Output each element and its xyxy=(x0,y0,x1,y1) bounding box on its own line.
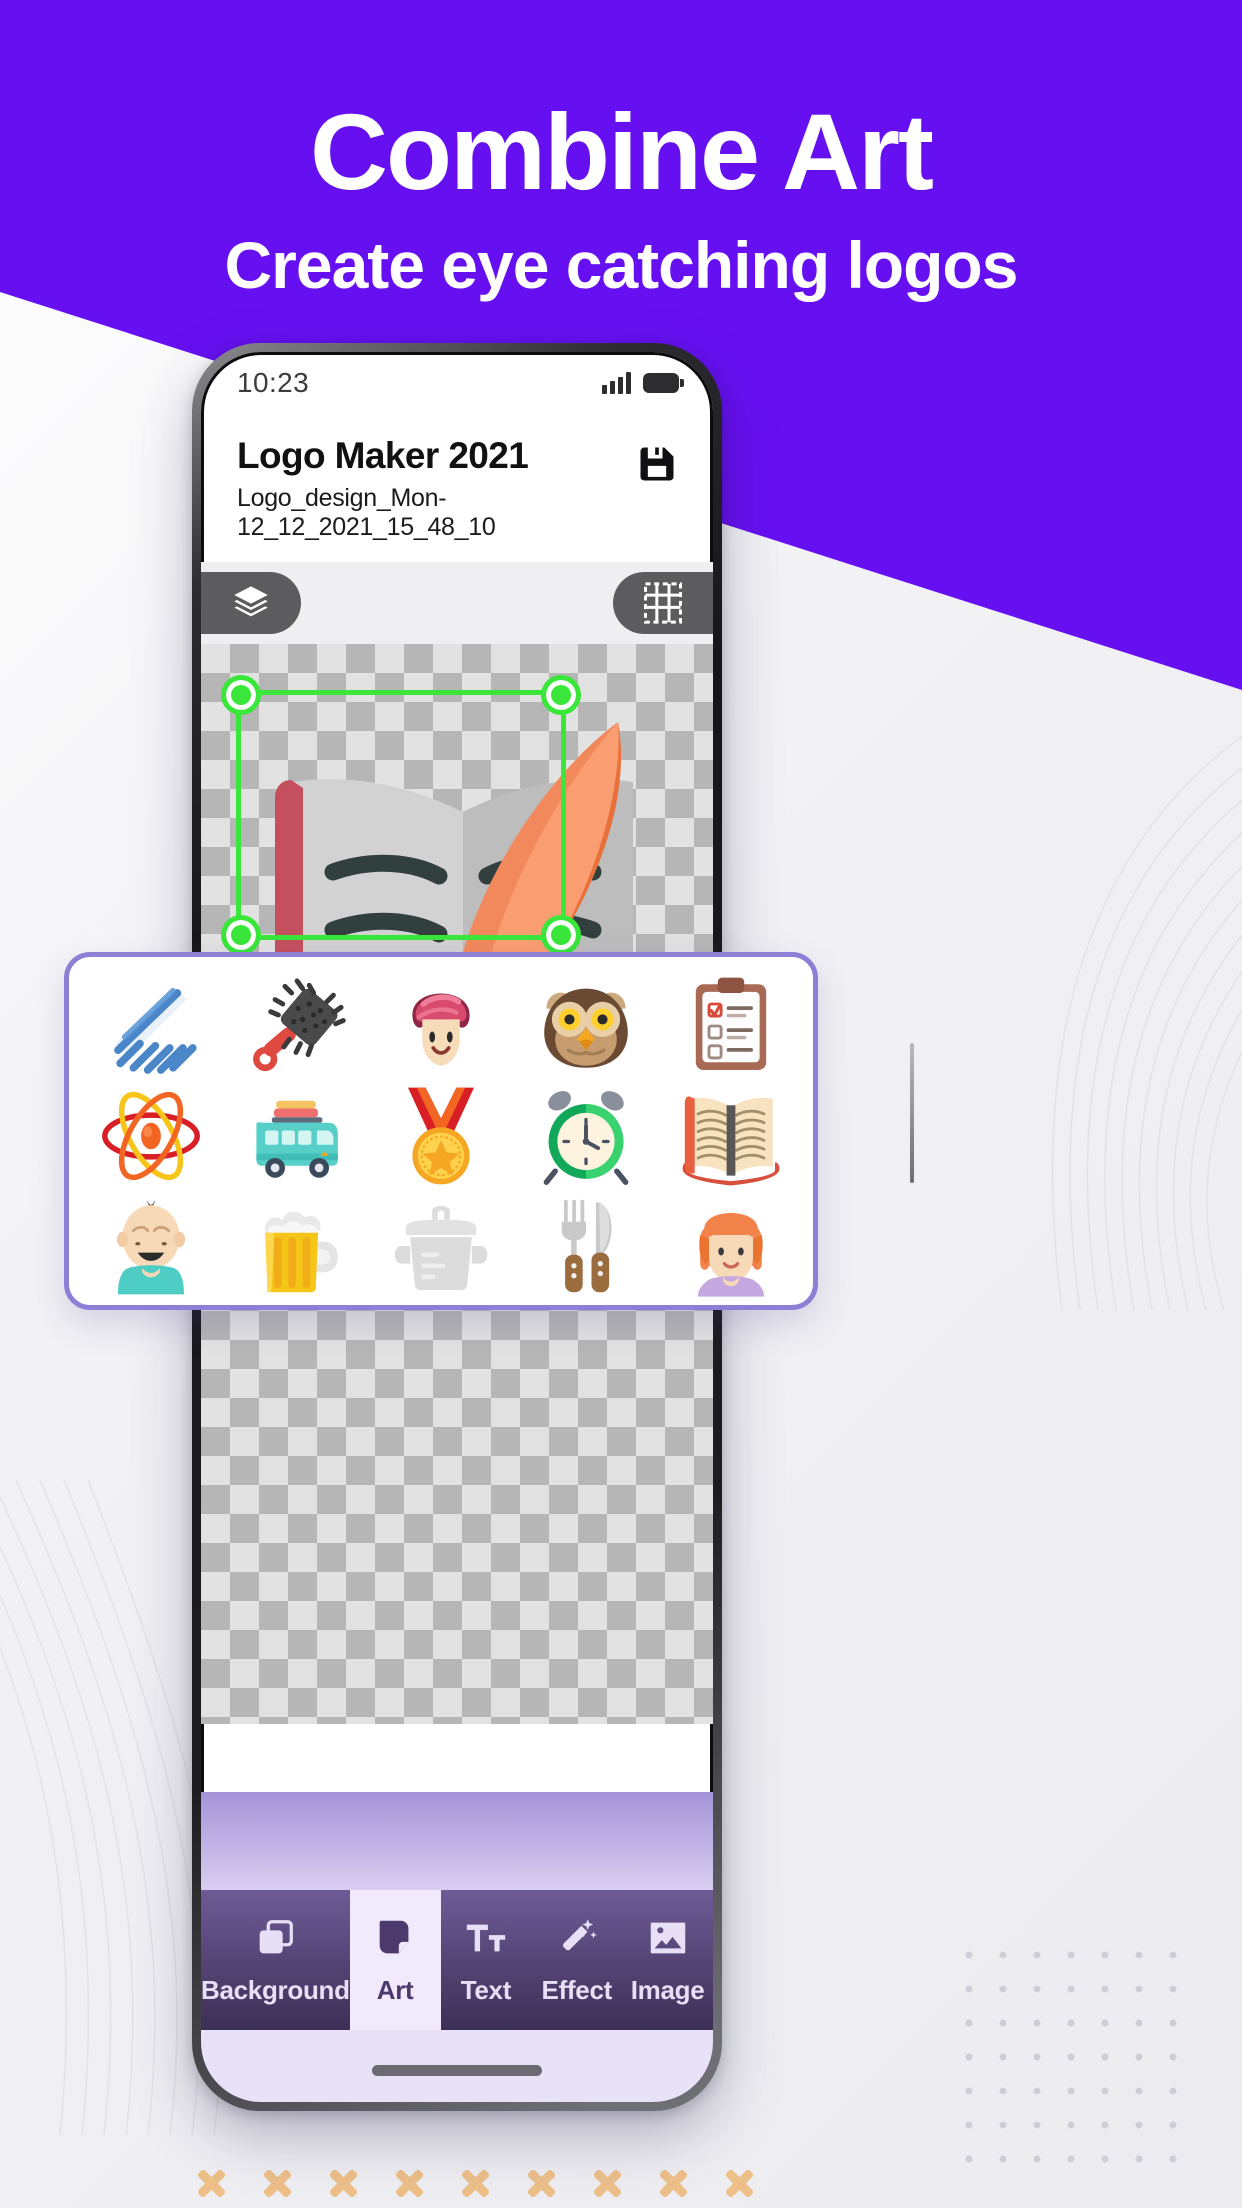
woman-with-towel-icon xyxy=(412,993,470,1066)
art-item-woman-with-towel[interactable] xyxy=(369,971,514,1081)
tab-image-label: Image xyxy=(630,1974,705,2005)
dot-grid-decoration xyxy=(952,1938,1182,2168)
hairbrush-icon xyxy=(253,978,346,1072)
x-mark-icon xyxy=(724,2168,754,2198)
x-mark-icon xyxy=(262,2168,292,2198)
sticker-icon xyxy=(379,1920,409,1953)
swirl-decoration-top-right xyxy=(962,700,1242,1320)
phone-button-power xyxy=(910,1043,914,1183)
x-mark-icon xyxy=(394,2168,424,2198)
bottom-navigation: Background Art Text Effect Image xyxy=(201,1792,713,2102)
art-item-cooking-pot[interactable] xyxy=(369,1191,514,1301)
clipboard-checklist-icon xyxy=(695,977,766,1070)
art-item-minibus[interactable] xyxy=(224,1081,369,1191)
art-item-clipboard[interactable] xyxy=(658,971,803,1081)
grid-button[interactable] xyxy=(613,571,713,634)
art-item-open-book[interactable] xyxy=(658,1081,803,1191)
art-item-comb[interactable] xyxy=(79,971,224,1081)
x-mark-icon xyxy=(526,2168,556,2198)
app-header: Logo Maker 2021 Logo_design_Mon-12_12_20… xyxy=(201,414,713,562)
tab-image[interactable]: Image xyxy=(622,1890,713,2030)
owl-icon xyxy=(543,988,628,1068)
art-item-hairbrush[interactable] xyxy=(224,971,369,1081)
tab-effect[interactable]: Effect xyxy=(531,1890,623,2030)
art-item-medal[interactable] xyxy=(369,1081,514,1191)
comb-icon xyxy=(114,986,198,1074)
x-mark-icon xyxy=(328,2168,358,2198)
selection-handle-bottom-left[interactable] xyxy=(221,914,261,955)
baby-icon xyxy=(117,1199,186,1295)
art-item-girl[interactable] xyxy=(658,1191,803,1301)
text-size-icon xyxy=(466,1924,506,1951)
grid-icon xyxy=(644,582,682,624)
project-filename: Logo_design_Mon-12_12_2021_15_48_10 xyxy=(237,483,496,541)
battery-icon xyxy=(643,373,684,393)
minibus-icon xyxy=(256,1100,338,1178)
atom-icon xyxy=(102,1091,201,1181)
layers-icon xyxy=(234,586,268,617)
hero-subtitle: Create eye catching logos xyxy=(224,228,1019,302)
tab-effect-label: Effect xyxy=(541,1974,613,2005)
selection-handle-top-left[interactable] xyxy=(221,674,261,715)
tab-background[interactable]: Background xyxy=(201,1890,350,2030)
x-mark-icon xyxy=(196,2168,226,2198)
art-item-alarm-clock[interactable] xyxy=(513,1081,658,1191)
app-header-text: Logo Maker 2021 Logo_design_Mon-12_12_20… xyxy=(237,435,635,542)
status-indicators xyxy=(602,372,684,394)
magic-wand-icon xyxy=(562,1918,597,1950)
x-mark-icon xyxy=(592,2168,622,2198)
x-mark-icon xyxy=(658,2168,688,2198)
hero-title: Combine Art xyxy=(310,91,934,212)
open-book-icon xyxy=(682,1096,779,1186)
x-mark-icon xyxy=(460,2168,490,2198)
tab-background-label: Background xyxy=(201,1974,350,2005)
tab-text[interactable]: Text xyxy=(440,1890,532,2030)
alarm-clock-icon xyxy=(543,1091,629,1185)
medal-icon xyxy=(407,1087,474,1185)
tab-art-label: Art xyxy=(376,1974,414,2005)
cooking-pot-icon xyxy=(394,1205,488,1290)
home-indicator xyxy=(372,2065,542,2076)
signal-bars-icon xyxy=(602,372,631,394)
bottom-nav-row: Background Art Text Effect Image xyxy=(201,1890,713,2030)
canvas-toolbar xyxy=(201,561,713,644)
status-bar: 10:23 xyxy=(201,352,713,414)
art-picker-panel[interactable] xyxy=(64,952,818,1310)
beer-mug-icon xyxy=(265,1211,338,1293)
hero-banner: Combine Art Create eye catching logos xyxy=(0,0,1242,302)
art-item-atom[interactable] xyxy=(79,1081,224,1191)
girl-icon xyxy=(697,1213,764,1297)
app-title: Logo Maker 2021 xyxy=(237,435,529,476)
art-item-baby[interactable] xyxy=(79,1191,224,1301)
picture-icon xyxy=(650,1922,685,1953)
tab-art[interactable]: Art xyxy=(349,1890,441,2030)
art-item-owl[interactable] xyxy=(513,971,658,1081)
save-floppy-icon[interactable] xyxy=(635,442,679,486)
status-time: 10:23 xyxy=(237,367,310,398)
background-layers-icon xyxy=(260,1919,294,1953)
art-item-fork-and-knife[interactable] xyxy=(513,1191,658,1301)
art-item-beer-mug[interactable] xyxy=(224,1191,369,1301)
x-marks-decoration xyxy=(196,2168,754,2198)
selection-handle-bottom-right[interactable] xyxy=(541,914,581,955)
tab-text-label: Text xyxy=(460,1974,512,2005)
selection-handle-top-right[interactable] xyxy=(541,674,581,715)
layers-button[interactable] xyxy=(201,571,301,634)
selection-box[interactable] xyxy=(221,674,581,955)
fork-and-knife-icon xyxy=(561,1199,612,1293)
